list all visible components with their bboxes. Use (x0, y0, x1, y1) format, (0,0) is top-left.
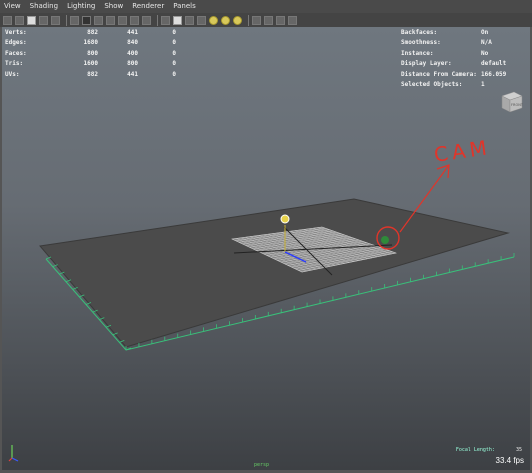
hud-value: 166.059 (481, 70, 507, 78)
hud-value: 0 (172, 60, 176, 68)
hud-label: Backfaces: (401, 28, 438, 36)
bookmark-icon[interactable] (27, 15, 36, 25)
use-all-lights-icon[interactable] (209, 15, 218, 25)
toolbar-separator (66, 14, 67, 26)
hud-row-backfaces: Backfaces: On (401, 27, 521, 38)
hud-row-uvs: UVs: 882 441 0 (5, 69, 176, 80)
hud-label: Distance From Camera: (401, 70, 477, 78)
resolution-gate-icon[interactable] (94, 15, 103, 25)
menu-lighting[interactable]: Lighting (63, 0, 100, 13)
hud-row-faces: Faces: 800 400 0 (5, 48, 176, 59)
hud-row-tris: Tris: 1600 800 0 (5, 59, 176, 70)
hud-value: No (481, 49, 489, 57)
maya-viewport-panel: View Shading Lighting Show Renderer Pane… (0, 0, 532, 473)
hud-value: default (481, 60, 507, 68)
viewcube-icon[interactable]: FRONT (498, 90, 524, 114)
hud-label: Instance: (401, 49, 434, 57)
hud-row-selected: Selected Objects: 1 (401, 80, 521, 91)
hud-value: 441 (127, 28, 138, 36)
hud-value: 800 (87, 49, 98, 57)
hud-value: 0 (172, 28, 176, 36)
hud-value: 0 (172, 39, 176, 47)
hud-label: Edges: (5, 39, 27, 47)
safe-action-icon[interactable] (130, 15, 139, 25)
hud-value: N/A (481, 39, 492, 47)
viewcube-label: FRONT (511, 103, 524, 107)
safe-title-icon[interactable] (142, 15, 151, 25)
hud-value: 840 (127, 39, 138, 47)
panel-menu-bar: View Shading Lighting Show Renderer Pane… (0, 0, 532, 13)
light-locator[interactable] (280, 214, 290, 224)
camera-attributes-icon[interactable] (15, 15, 24, 25)
hud-label: UVs: (5, 70, 20, 78)
fps-readout: 33.4 fps (495, 456, 524, 465)
gate-mask-icon[interactable] (106, 15, 115, 25)
hud-row-distance: Distance From Camera: 166.059 (401, 69, 521, 80)
hud-row-edges: Edges: 1680 840 0 (5, 38, 176, 49)
field-chart-icon[interactable] (118, 15, 127, 25)
poly-count-hud: Verts: 882 441 0 Edges: 1680 840 0 Faces… (5, 27, 176, 80)
xray-active-components-icon[interactable] (288, 15, 297, 25)
isolate-select-icon[interactable] (264, 15, 273, 25)
hud-value: 0 (172, 70, 176, 78)
hud-value: 882 (87, 70, 98, 78)
hud-label: Display Layer: (401, 60, 452, 68)
object-details-hud: Backfaces: On Smoothness: N/A Instance: … (401, 27, 521, 90)
film-gate-icon[interactable] (82, 15, 91, 25)
xray-joints-icon[interactable] (276, 15, 285, 25)
focal-length-label: Focal Length: (455, 447, 495, 453)
hud-label: Faces: (5, 49, 27, 57)
hud-value: 441 (127, 70, 138, 78)
hud-row-smoothness: Smoothness: N/A (401, 38, 521, 49)
textured-icon[interactable] (197, 15, 206, 25)
menu-renderer[interactable]: Renderer (128, 0, 169, 13)
hud-label: Smoothness: (401, 39, 441, 47)
focal-length-hud: Focal Length: 35 (456, 447, 522, 453)
image-plane-icon[interactable] (39, 15, 48, 25)
menu-show[interactable]: Show (100, 0, 128, 13)
hud-label: Verts: (5, 28, 27, 36)
focal-length-value: 35 (515, 447, 522, 453)
3d-viewport[interactable]: CAM Verts: 882 441 0 Edges: 1680 840 0 F… (2, 27, 530, 470)
hud-value: On (481, 28, 489, 36)
hud-value: 882 (87, 28, 98, 36)
2d-pan-zoom-icon[interactable] (51, 15, 60, 25)
wireframe-on-shaded-icon[interactable] (185, 15, 194, 25)
camera-name-label: persp (254, 462, 270, 468)
scene-geometry: CAM (39, 135, 515, 351)
xray-icon[interactable] (252, 15, 261, 25)
hud-label: Selected Objects: (401, 81, 463, 89)
hud-value: 1680 (83, 39, 98, 47)
ground-plane[interactable] (39, 198, 510, 348)
hud-value: 400 (127, 49, 138, 57)
ambient-occlusion-icon[interactable] (233, 15, 242, 25)
hud-value: 0 (172, 49, 176, 57)
menu-panels[interactable]: Panels (169, 0, 201, 13)
toolbar-separator (248, 14, 249, 26)
hud-row-verts: Verts: 882 441 0 (5, 27, 176, 38)
camera-object[interactable] (381, 236, 389, 244)
menu-shading[interactable]: Shading (26, 0, 63, 13)
panel-toolbar (0, 13, 532, 27)
hud-row-instance: Instance: No (401, 48, 521, 59)
world-axis-icon (8, 445, 19, 462)
hud-value: 1600 (83, 60, 98, 68)
hud-row-display-layer: Display Layer: default (401, 59, 521, 70)
annotation-cam-text: CAM (432, 135, 492, 167)
hud-value: 1 (481, 81, 485, 89)
hud-label: Tris: (5, 60, 24, 68)
hud-value: 800 (127, 60, 138, 68)
shadows-icon[interactable] (221, 15, 230, 25)
smooth-shade-icon[interactable] (173, 15, 182, 25)
menu-view[interactable]: View (0, 0, 26, 13)
select-camera-icon[interactable] (3, 15, 12, 25)
wireframe-icon[interactable] (161, 15, 170, 25)
grid-icon[interactable] (70, 15, 79, 25)
toolbar-separator (157, 14, 158, 26)
